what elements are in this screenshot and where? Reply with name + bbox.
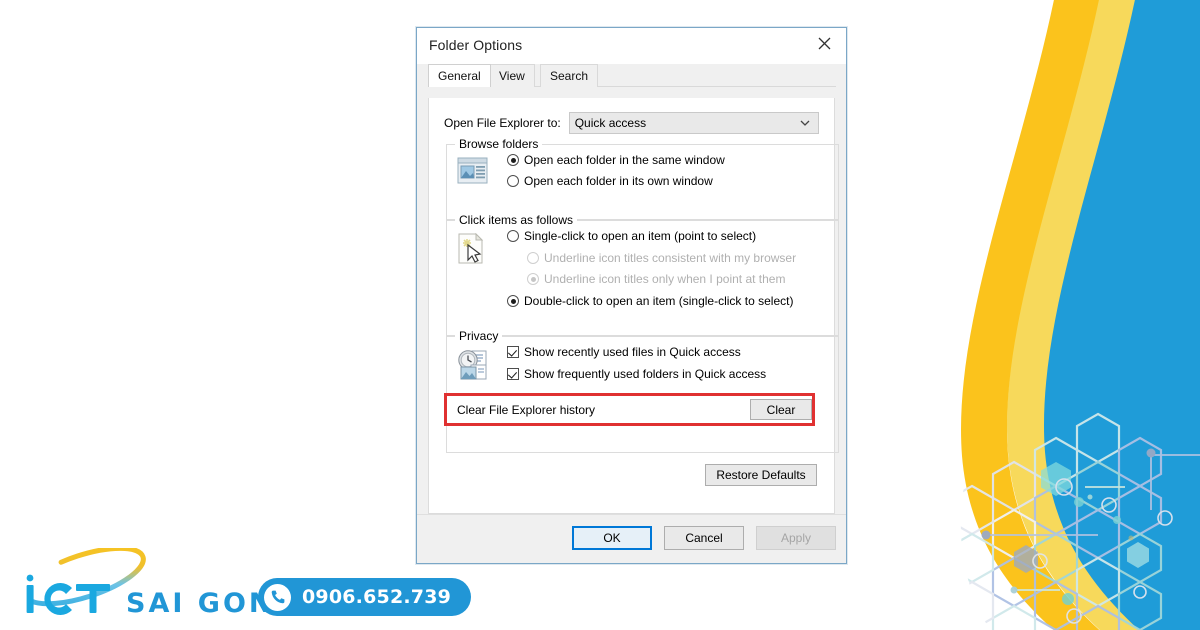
open-file-explorer-select[interactable]: Quick access (568, 112, 819, 134)
browse-folders-icon (457, 157, 488, 187)
tab-strip: General View Search (428, 64, 836, 87)
hex-filled (1041, 462, 1071, 496)
logo-subtitle: SAI GON (126, 588, 275, 619)
network-node (1010, 586, 1018, 594)
radio-indicator (507, 175, 519, 187)
general-tab-panel: Open File Explorer to: Quick access Brow… (428, 98, 839, 514)
radio-same-window[interactable]: Open each folder in the same window (507, 154, 725, 167)
option-label: Show frequently used folders in Quick ac… (524, 367, 767, 381)
restore-defaults-button[interactable]: Restore Defaults (705, 464, 817, 486)
dialog-titlebar: Folder Options (417, 28, 846, 64)
checkbox-recent-files[interactable]: Show recently used files in Quick access (507, 346, 741, 359)
hex-filled (1014, 545, 1038, 573)
radio-own-window[interactable]: Open each folder in its own window (507, 175, 713, 188)
close-icon[interactable] (802, 28, 846, 58)
option-label: Underline icon titles consistent with my… (544, 251, 797, 265)
hexagon-network-pattern (960, 412, 1200, 630)
network-node (1113, 516, 1121, 524)
option-label: Open each folder in the same window (524, 153, 725, 167)
phone-icon (264, 583, 291, 611)
option-label: Underline icon titles only when I point … (544, 272, 786, 286)
click-items-icon (457, 232, 486, 267)
decor-band-gold (961, 0, 1100, 630)
tab-general[interactable]: General (428, 64, 491, 87)
option-label: Double-click to open an item (single-cli… (524, 294, 794, 308)
browse-folders-legend: Browse folders (455, 137, 543, 151)
chevron-down-icon (798, 116, 812, 133)
clear-history-label: Clear File Explorer history (457, 403, 596, 417)
checkbox-frequent-folders[interactable]: Show frequently used folders in Quick ac… (507, 368, 766, 381)
radio-indicator (527, 273, 539, 285)
decor-band-blue (1039, 0, 1200, 630)
click-items-legend: Click items as follows (455, 213, 578, 227)
open-file-explorer-label: Open File Explorer to: (444, 116, 561, 130)
network-node (1146, 448, 1156, 458)
radio-indicator (527, 252, 539, 264)
radio-indicator (507, 295, 519, 307)
cancel-button[interactable]: Cancel (664, 526, 744, 550)
network-node (1062, 593, 1074, 605)
clear-button[interactable]: Clear (750, 399, 812, 420)
folder-options-dialog: Folder Options General View Search Open … (416, 27, 847, 564)
tab-view[interactable]: View (489, 64, 535, 87)
click-items-group: Click items as follows Single-click to o… (446, 213, 839, 336)
network-node (1074, 497, 1084, 507)
apply-button: Apply (756, 526, 836, 550)
option-label: Open each folder in its own window (524, 174, 713, 188)
option-label: Single-click to open an item (point to s… (524, 229, 757, 243)
hex-filled (1127, 542, 1149, 568)
option-label: Show recently used files in Quick access (524, 345, 741, 359)
ok-button[interactable]: OK (572, 526, 652, 550)
checkbox-indicator (507, 368, 519, 380)
phone-number: 0906.652.739 (302, 586, 452, 608)
browse-folders-group: Browse folders Open each folder in the s… (446, 137, 839, 220)
decor-band-light-gold (1007, 0, 1139, 630)
tab-search[interactable]: Search (540, 64, 599, 87)
radio-indicator (507, 154, 519, 166)
dialog-footer: OK Cancel Apply (417, 514, 846, 563)
checkbox-indicator (507, 346, 519, 358)
open-file-explorer-value: Quick access (574, 116, 647, 130)
radio-underline-on-point: Underline icon titles only when I point … (527, 273, 785, 286)
radio-indicator (507, 230, 519, 242)
radio-underline-consistent: Underline icon titles consistent with my… (527, 252, 796, 265)
phone-contact-badge[interactable]: 0906.652.739 (258, 578, 472, 616)
radio-double-click[interactable]: Double-click to open an item (single-cli… (507, 295, 793, 308)
clear-history-row: Clear File Explorer history Clear (457, 399, 812, 421)
privacy-group: Privacy Show recently used files in Quic… (444, 329, 839, 453)
dialog-title: Folder Options (429, 37, 523, 53)
radio-single-click[interactable]: Single-click to open an item (point to s… (507, 230, 756, 243)
privacy-legend: Privacy (455, 329, 503, 343)
open-file-explorer-row: Open File Explorer to: Quick access (444, 112, 819, 134)
privacy-history-icon (457, 349, 491, 384)
network-node (981, 530, 991, 540)
